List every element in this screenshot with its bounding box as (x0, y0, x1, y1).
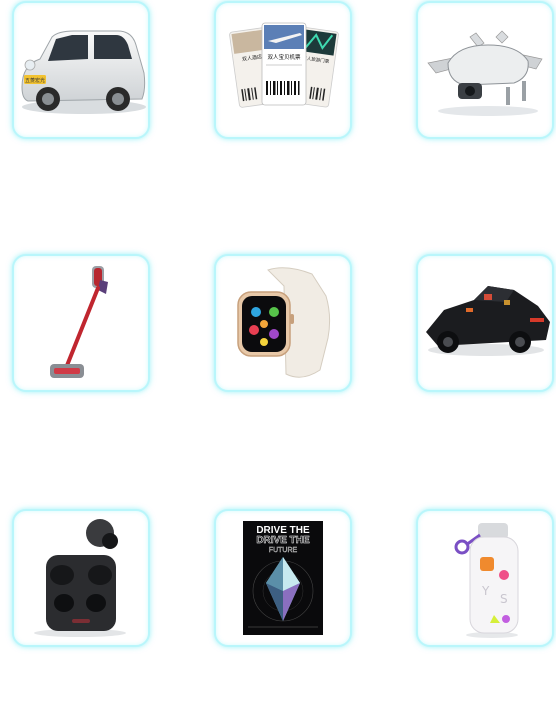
electric-car-icon: 五菱宏光 (21, 30, 146, 114)
prize-grid: 五菱宏光 双人酒店 双人旅游门票 双人宝贝机票 DRIVE THE DRIVE … (0, 0, 556, 718)
smartwatch-icon (237, 267, 331, 378)
poster-title-3: FUTURE (269, 547, 298, 554)
poster-title-2: DRIVE THE (256, 535, 310, 546)
stick-vacuum-icon (50, 266, 108, 378)
prize-card-model-car[interactable] (416, 254, 554, 392)
prize-card-vacuum[interactable] (12, 254, 150, 392)
plate-text: 五菱宏光 (25, 77, 45, 84)
svg-text:Y: Y (481, 584, 490, 598)
svg-text:S: S (500, 592, 508, 606)
prize-card-earbuds[interactable] (12, 509, 150, 647)
toy-car-model-icon (426, 286, 550, 356)
flight-tickets-icon: 双人酒店 双人旅游门票 双人宝贝机票 (229, 22, 339, 108)
prize-card-car[interactable]: 五菱宏光 (12, 1, 150, 139)
prize-card-tickets[interactable]: 双人酒店 双人旅游门票 双人宝贝机票 (214, 1, 352, 139)
prize-card-drone[interactable] (416, 1, 554, 139)
prize-card-watch[interactable] (214, 254, 352, 392)
prize-card-bottle[interactable]: Y S (416, 509, 554, 647)
prize-card-poster[interactable]: DRIVE THE DRIVE THE FUTURE (214, 509, 352, 647)
ticket-main-text: 双人宝贝机票 (267, 53, 301, 61)
water-bottle-icon: Y S (454, 523, 519, 638)
poster-icon: DRIVE THE DRIVE THE FUTURE (243, 521, 323, 635)
wireless-earbuds-icon (34, 519, 126, 637)
drone-icon (427, 30, 543, 116)
